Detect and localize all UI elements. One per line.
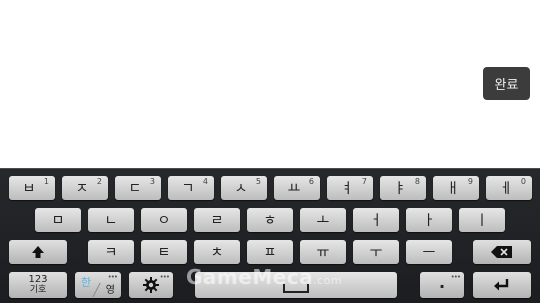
- key-label: ㅊ: [210, 245, 224, 261]
- backspace-icon: [491, 246, 512, 258]
- language-english: 영: [105, 285, 115, 296]
- key-jieut[interactable]: ㅈ2: [62, 176, 108, 200]
- key-hint: 8: [414, 177, 420, 186]
- done-button[interactable]: 완료: [483, 67, 530, 100]
- key-hint: 4: [202, 177, 208, 186]
- key-chieut[interactable]: ㅊ: [194, 240, 240, 264]
- key-tieut[interactable]: ㅌ: [141, 240, 187, 264]
- key-label: ㅕ: [340, 181, 354, 197]
- key-eu[interactable]: ㅡ: [406, 240, 452, 264]
- key-hint: 0: [520, 177, 526, 186]
- key-hint: 2: [96, 177, 102, 186]
- key-pieup[interactable]: ㅍ: [247, 240, 293, 264]
- key-label: ㅜ: [369, 245, 383, 261]
- key-hint: 9: [467, 177, 473, 186]
- key-label: ㄴ: [104, 213, 118, 229]
- key-i[interactable]: ㅣ: [459, 208, 505, 232]
- key-digeut[interactable]: ㄷ3: [115, 176, 161, 200]
- shift-key[interactable]: [9, 240, 67, 264]
- enter-key[interactable]: [473, 272, 531, 298]
- key-a[interactable]: ㅏ: [406, 208, 452, 232]
- key-label: ㄱ: [181, 181, 195, 197]
- key-hint: 5: [255, 177, 261, 186]
- key-label: ㅂ: [22, 181, 36, 197]
- key-yu[interactable]: ㅠ: [300, 240, 346, 264]
- key-hint: 7: [361, 177, 367, 186]
- key-ya[interactable]: ㅑ8: [380, 176, 426, 200]
- more-dots-icon: •••: [159, 273, 170, 281]
- symbols-key-top: 123: [28, 274, 48, 285]
- key-label: ㅋ: [104, 245, 118, 261]
- key-label: ㅗ: [316, 213, 330, 229]
- key-label: ㅔ: [499, 181, 513, 197]
- key-rieul[interactable]: ㄹ: [194, 208, 240, 232]
- language-toggle-key[interactable]: 한 ╱ 영 •••: [75, 272, 121, 298]
- key-label: ㅌ: [157, 245, 171, 261]
- key-giyeok[interactable]: ㄱ4: [168, 176, 214, 200]
- language-divider: ╱: [93, 283, 101, 297]
- key-hint: 6: [308, 177, 314, 186]
- text-editor-area[interactable]: 완료: [0, 0, 540, 168]
- key-label: ㅈ: [75, 181, 89, 197]
- key-label: ㅏ: [422, 213, 436, 229]
- key-hieut[interactable]: ㅎ: [247, 208, 293, 232]
- key-yeo[interactable]: ㅕ7: [327, 176, 373, 200]
- more-dots-icon: •••: [450, 273, 461, 281]
- more-dots-icon: •••: [107, 273, 118, 281]
- key-o[interactable]: ㅗ: [300, 208, 346, 232]
- period-key[interactable]: . •••: [420, 272, 464, 298]
- key-label: ㅑ: [393, 181, 407, 197]
- key-label: ㄷ: [128, 181, 142, 197]
- key-label: ㅡ: [422, 245, 436, 261]
- key-ae[interactable]: ㅐ9: [433, 176, 479, 200]
- key-u[interactable]: ㅜ: [353, 240, 399, 264]
- key-eo[interactable]: ㅓ: [353, 208, 399, 232]
- space-icon: [283, 284, 309, 293]
- key-e[interactable]: ㅔ0: [486, 176, 532, 200]
- backspace-key[interactable]: [473, 240, 531, 264]
- key-ieung[interactable]: ㅇ: [141, 208, 187, 232]
- spacebar-key[interactable]: [195, 272, 397, 298]
- key-label: ㅛ: [287, 181, 301, 197]
- key-yo[interactable]: ㅛ6: [274, 176, 320, 200]
- settings-key[interactable]: •••: [129, 272, 173, 298]
- symbols-key-bottom: 기호: [29, 285, 47, 295]
- key-label: ㅁ: [51, 213, 65, 229]
- key-label: ㅎ: [263, 213, 277, 229]
- shift-arrow-icon: [32, 246, 44, 258]
- key-label: ㅠ: [316, 245, 330, 261]
- key-hint: 3: [149, 177, 155, 186]
- key-label: ㅣ: [475, 213, 489, 229]
- key-mieum[interactable]: ㅁ: [35, 208, 81, 232]
- key-nieun[interactable]: ㄴ: [88, 208, 134, 232]
- key-label: ㄹ: [210, 213, 224, 229]
- gear-icon: [143, 277, 159, 293]
- key-label: ㅓ: [369, 213, 383, 229]
- key-hint: 1: [43, 177, 49, 186]
- key-bieup[interactable]: ㅂ1: [9, 176, 55, 200]
- key-siot[interactable]: ㅅ5: [221, 176, 267, 200]
- key-label: .: [438, 272, 446, 292]
- key-label: ㅅ: [234, 181, 248, 197]
- language-korean: 한: [81, 276, 92, 289]
- symbols-key[interactable]: 123 기호: [9, 272, 67, 298]
- enter-arrow-icon: [494, 279, 509, 291]
- korean-keyboard: ㅂ1 ㅈ2 ㄷ3 ㄱ4 ㅅ5 ㅛ6 ㅕ7 ㅑ8 ㅐ9 ㅔ0 ㅁ ㄴ ㅇ ㄹ ㅎ …: [0, 168, 540, 303]
- key-label: ㅍ: [263, 245, 277, 261]
- key-kieuk[interactable]: ㅋ: [88, 240, 134, 264]
- key-label: ㅐ: [446, 181, 460, 197]
- key-label: ㅇ: [157, 213, 171, 229]
